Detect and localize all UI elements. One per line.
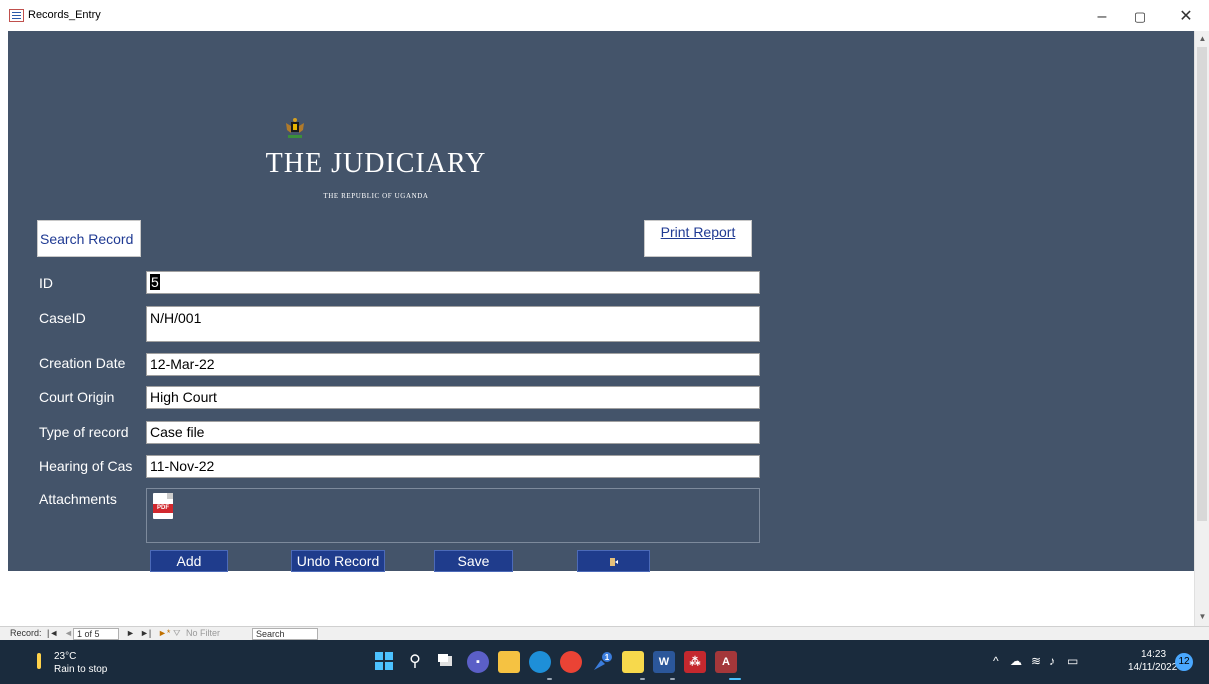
- court-origin-label: Court Origin: [39, 389, 115, 405]
- hearing-of-case-label: Hearing of Cas: [39, 458, 133, 474]
- caseid-field[interactable]: N/H/001: [146, 306, 760, 342]
- attachments-label: Attachments: [39, 491, 117, 507]
- id-value: 5: [150, 274, 160, 290]
- volume-icon[interactable]: ♪: [1049, 654, 1055, 668]
- search-record-button[interactable]: Search Record: [37, 220, 141, 257]
- weather-description[interactable]: Rain to stop: [54, 664, 107, 675]
- vertical-scrollbar[interactable]: ▲ ▼: [1194, 31, 1209, 626]
- task-view-icon[interactable]: [435, 651, 457, 673]
- teams-chat-icon[interactable]: ▪: [467, 651, 489, 673]
- court-origin-field[interactable]: High Court: [146, 386, 760, 409]
- scroll-down-icon[interactable]: ▼: [1197, 611, 1208, 622]
- wifi-icon[interactable]: ≋: [1031, 654, 1041, 668]
- creation-date-field[interactable]: 12-Mar-22: [146, 353, 760, 376]
- active-indicator: [729, 678, 741, 680]
- minimize-button[interactable]: –: [1082, 6, 1122, 28]
- battery-icon[interactable]: ▭: [1067, 654, 1078, 668]
- weather-rain-icon[interactable]: [37, 653, 41, 669]
- notifications-badge[interactable]: 12: [1175, 653, 1193, 671]
- form-icon: [9, 9, 24, 22]
- tasks-app-icon[interactable]: 1: [591, 651, 613, 673]
- no-filter-button[interactable]: No Filter: [186, 628, 220, 638]
- id-label: ID: [39, 275, 53, 291]
- pdf-file-icon[interactable]: PDF: [153, 493, 173, 519]
- new-record-button[interactable]: ►*: [158, 628, 170, 638]
- file-explorer-icon[interactable]: [498, 651, 520, 673]
- record-label: Record:: [10, 628, 42, 638]
- running-indicator: [670, 678, 675, 680]
- exit-button[interactable]: [577, 550, 650, 572]
- caseid-label: CaseID: [39, 310, 86, 326]
- type-of-record-field[interactable]: Case file: [146, 421, 760, 444]
- window-title: Records_Entry: [28, 9, 101, 21]
- scroll-thumb[interactable]: [1197, 47, 1207, 521]
- record-navigation-bar: Record: |◄ ◄ 1 of 5 ► ►| ►* ⛛ No Filter …: [0, 626, 1209, 640]
- previous-record-button[interactable]: ◄: [64, 628, 73, 638]
- hearing-of-case-field[interactable]: 11-Nov-22: [146, 455, 760, 478]
- maximize-button[interactable]: ▢: [1120, 6, 1160, 28]
- undo-record-button[interactable]: Undo Record: [291, 550, 385, 572]
- clock-date[interactable]: 14/11/2022: [1128, 662, 1177, 673]
- add-button[interactable]: Add: [150, 550, 228, 572]
- running-indicator: [547, 678, 552, 680]
- taskbar: 23°C Rain to stop ⚲ ▪ 1 W ⁂ A ^ ☁ ≋ ♪ ▭ …: [0, 640, 1209, 684]
- svg-text:1: 1: [605, 653, 610, 662]
- close-button[interactable]: ✕: [1166, 6, 1206, 28]
- save-button[interactable]: Save: [434, 550, 513, 572]
- id-field[interactable]: 5: [146, 271, 760, 294]
- judiciary-crest-icon: [286, 118, 304, 138]
- next-record-button[interactable]: ►: [126, 628, 135, 638]
- search-icon[interactable]: ⚲: [404, 651, 426, 673]
- form-body: THE JUDICIARY THE REPUBLIC OF UGANDA Sea…: [8, 31, 1194, 572]
- start-icon[interactable]: [373, 651, 395, 673]
- logo-subtitle: THE REPUBLIC OF UGANDA: [323, 192, 429, 200]
- exit-door-icon: [609, 558, 618, 567]
- last-record-button[interactable]: ►|: [140, 628, 151, 638]
- access-icon[interactable]: A: [715, 651, 737, 673]
- sticky-notes-icon[interactable]: [622, 651, 644, 673]
- creation-date-label: Creation Date: [39, 355, 126, 371]
- clock-time[interactable]: 14:23: [1141, 649, 1166, 660]
- logo-title: THE JUDICIARY: [265, 148, 487, 179]
- attachments-field[interactable]: PDF: [146, 488, 760, 543]
- onedrive-cloud-icon[interactable]: ☁: [1010, 654, 1022, 668]
- current-record-input[interactable]: 1 of 5: [73, 628, 119, 640]
- chrome-browser-icon[interactable]: [560, 651, 582, 673]
- show-hidden-icons-icon[interactable]: ^: [993, 654, 999, 668]
- print-report-button[interactable]: Print Report: [644, 220, 752, 257]
- record-search-input[interactable]: Search: [252, 628, 318, 640]
- first-record-button[interactable]: |◄: [47, 628, 58, 638]
- running-indicator: [640, 678, 645, 680]
- word-icon[interactable]: W: [653, 651, 675, 673]
- type-of-record-label: Type of record: [39, 424, 129, 440]
- pdf-file-icon-label: PDF: [153, 504, 173, 513]
- title-bar: Records_Entry – ▢ ✕: [0, 0, 1209, 31]
- weather-temperature[interactable]: 23°C: [54, 651, 76, 662]
- filter-icon: ⛛: [173, 628, 181, 638]
- meeting-app-icon[interactable]: ⁂: [684, 651, 706, 673]
- scroll-up-icon[interactable]: ▲: [1197, 33, 1208, 44]
- edge-browser-icon[interactable]: [529, 651, 551, 673]
